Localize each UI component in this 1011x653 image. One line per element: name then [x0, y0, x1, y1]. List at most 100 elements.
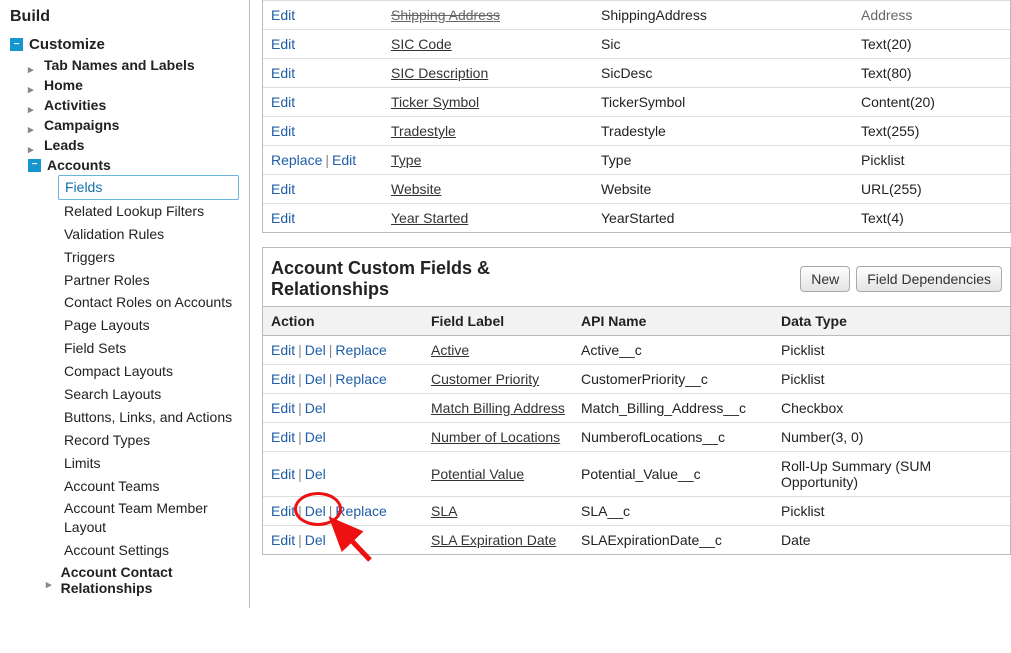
edit-link[interactable]: Edit: [271, 532, 295, 548]
field-label-link[interactable]: Tradestyle: [391, 123, 456, 139]
replace-link[interactable]: Replace: [335, 371, 386, 387]
field-label-link[interactable]: Ticker Symbol: [391, 94, 479, 110]
subtree-item-page-layouts[interactable]: Page Layouts: [64, 314, 239, 337]
del-link[interactable]: Del: [305, 466, 326, 482]
field-label-link[interactable]: SLA: [431, 503, 457, 519]
edit-link[interactable]: Edit: [271, 210, 295, 226]
field-label-link[interactable]: Potential Value: [431, 466, 524, 482]
subtree-item-validation-rules[interactable]: Validation Rules: [64, 223, 239, 246]
table-row: Edit|DelSLA Expiration DateSLAExpiration…: [263, 526, 1010, 555]
tree-item-campaigns[interactable]: Campaigns: [28, 115, 239, 135]
edit-link[interactable]: Edit: [271, 371, 295, 387]
expand-icon[interactable]: [28, 80, 38, 90]
subtree-item-account-team-member-layout[interactable]: Account Team Member Layout: [64, 497, 239, 539]
edit-link[interactable]: Edit: [271, 65, 295, 81]
table-row: EditWebsiteWebsiteURL(255): [263, 175, 1010, 204]
api-name: Website: [593, 175, 853, 204]
expand-icon[interactable]: [28, 100, 38, 110]
api-name: SLAExpirationDate__c: [573, 526, 773, 555]
tree-account-contact-relationships[interactable]: Account Contact Relationships: [46, 562, 239, 598]
expand-icon[interactable]: [46, 575, 55, 585]
main-content: EditShipping AddressShippingAddressAddre…: [250, 0, 1011, 608]
replace-link[interactable]: Replace: [271, 152, 322, 168]
table-row: EditTicker SymbolTickerSymbolContent(20): [263, 88, 1010, 117]
tree-item-activities[interactable]: Activities: [28, 95, 239, 115]
replace-link[interactable]: Replace: [335, 503, 386, 519]
edit-link[interactable]: Edit: [271, 466, 295, 482]
data-type: Text(4): [853, 204, 1010, 233]
field-label-link[interactable]: SIC Code: [391, 36, 452, 52]
subtree-item-fields[interactable]: Fields: [58, 175, 239, 200]
field-label-link[interactable]: Shipping Address: [391, 7, 500, 23]
subtree-item-field-sets[interactable]: Field Sets: [64, 337, 239, 360]
tree-item-leads[interactable]: Leads: [28, 135, 239, 155]
del-link[interactable]: Del: [305, 371, 326, 387]
tree-item-tab-names-and-labels[interactable]: Tab Names and Labels: [28, 55, 239, 75]
api-name: SLA__c: [573, 497, 773, 526]
edit-link[interactable]: Edit: [271, 94, 295, 110]
data-type: Picklist: [773, 365, 1010, 394]
new-button[interactable]: New: [800, 266, 850, 292]
api-name: Potential_Value__c: [573, 452, 773, 497]
col-label: Field Label: [423, 307, 573, 336]
field-label-link[interactable]: Year Started: [391, 210, 468, 226]
del-link[interactable]: Del: [305, 532, 326, 548]
del-link[interactable]: Del: [305, 342, 326, 358]
replace-link[interactable]: Replace: [335, 342, 386, 358]
table-row: EditSIC CodeSicText(20): [263, 30, 1010, 59]
subtree-item-related-lookup-filters[interactable]: Related Lookup Filters: [64, 200, 239, 223]
field-label-link[interactable]: SLA Expiration Date: [431, 532, 556, 548]
subtree-item-partner-roles[interactable]: Partner Roles: [64, 269, 239, 292]
custom-fields-section: Account Custom Fields & Relationships Ne…: [262, 247, 1011, 555]
subtree-item-compact-layouts[interactable]: Compact Layouts: [64, 360, 239, 383]
api-name: TickerSymbol: [593, 88, 853, 117]
del-link[interactable]: Del: [305, 503, 326, 519]
table-row: Edit|DelNumber of LocationsNumberofLocat…: [263, 423, 1010, 452]
edit-link[interactable]: Edit: [271, 429, 295, 445]
api-name: Active__c: [573, 336, 773, 365]
section-title: Account Custom Fields & Relationships: [271, 258, 571, 300]
field-label-link[interactable]: Active: [431, 342, 469, 358]
field-label-link[interactable]: Number of Locations: [431, 429, 560, 445]
field-label-link[interactable]: Website: [391, 181, 441, 197]
tree-item-home[interactable]: Home: [28, 75, 239, 95]
edit-link[interactable]: Edit: [271, 7, 295, 23]
api-name: NumberofLocations__c: [573, 423, 773, 452]
field-dependencies-button[interactable]: Field Dependencies: [856, 266, 1002, 292]
data-type: Picklist: [773, 497, 1010, 526]
field-label-link[interactable]: Customer Priority: [431, 371, 539, 387]
table-row: EditYear StartedYearStartedText(4): [263, 204, 1010, 233]
field-label-link[interactable]: Type: [391, 152, 421, 168]
subtree-item-contact-roles-on-accounts[interactable]: Contact Roles on Accounts: [64, 291, 239, 314]
del-link[interactable]: Del: [305, 400, 326, 416]
standard-fields-table: EditShipping AddressShippingAddressAddre…: [262, 0, 1011, 233]
edit-link[interactable]: Edit: [271, 503, 295, 519]
del-link[interactable]: Del: [305, 429, 326, 445]
subtree-item-buttons-links-and-actions[interactable]: Buttons, Links, and Actions: [64, 406, 239, 429]
subtree-item-search-layouts[interactable]: Search Layouts: [64, 383, 239, 406]
table-row: Edit|Del|ReplaceSLASLA__cPicklist: [263, 497, 1010, 526]
subtree-item-account-settings[interactable]: Account Settings: [64, 539, 239, 562]
edit-link[interactable]: Edit: [271, 123, 295, 139]
edit-link[interactable]: Edit: [271, 36, 295, 52]
edit-link[interactable]: Edit: [271, 342, 295, 358]
subtree-item-record-types[interactable]: Record Types: [64, 429, 239, 452]
subtree-item-triggers[interactable]: Triggers: [64, 246, 239, 269]
collapse-icon[interactable]: −: [28, 159, 41, 172]
data-type: Text(20): [853, 30, 1010, 59]
tree-accounts[interactable]: − Accounts: [28, 155, 239, 175]
expand-icon[interactable]: [28, 140, 38, 150]
field-label-link[interactable]: SIC Description: [391, 65, 488, 81]
edit-link[interactable]: Edit: [271, 400, 295, 416]
tree-customize[interactable]: − Customize: [10, 34, 239, 55]
table-row: Edit|Del|ReplaceActiveActive__cPicklist: [263, 336, 1010, 365]
collapse-icon[interactable]: −: [10, 38, 23, 51]
expand-icon[interactable]: [28, 120, 38, 130]
edit-link[interactable]: Edit: [332, 152, 356, 168]
field-label-link[interactable]: Match Billing Address: [431, 400, 565, 416]
edit-link[interactable]: Edit: [271, 181, 295, 197]
subtree-item-limits[interactable]: Limits: [64, 452, 239, 475]
table-row: Edit|DelMatch Billing AddressMatch_Billi…: [263, 394, 1010, 423]
subtree-item-account-teams[interactable]: Account Teams: [64, 475, 239, 498]
expand-icon[interactable]: [28, 60, 38, 70]
